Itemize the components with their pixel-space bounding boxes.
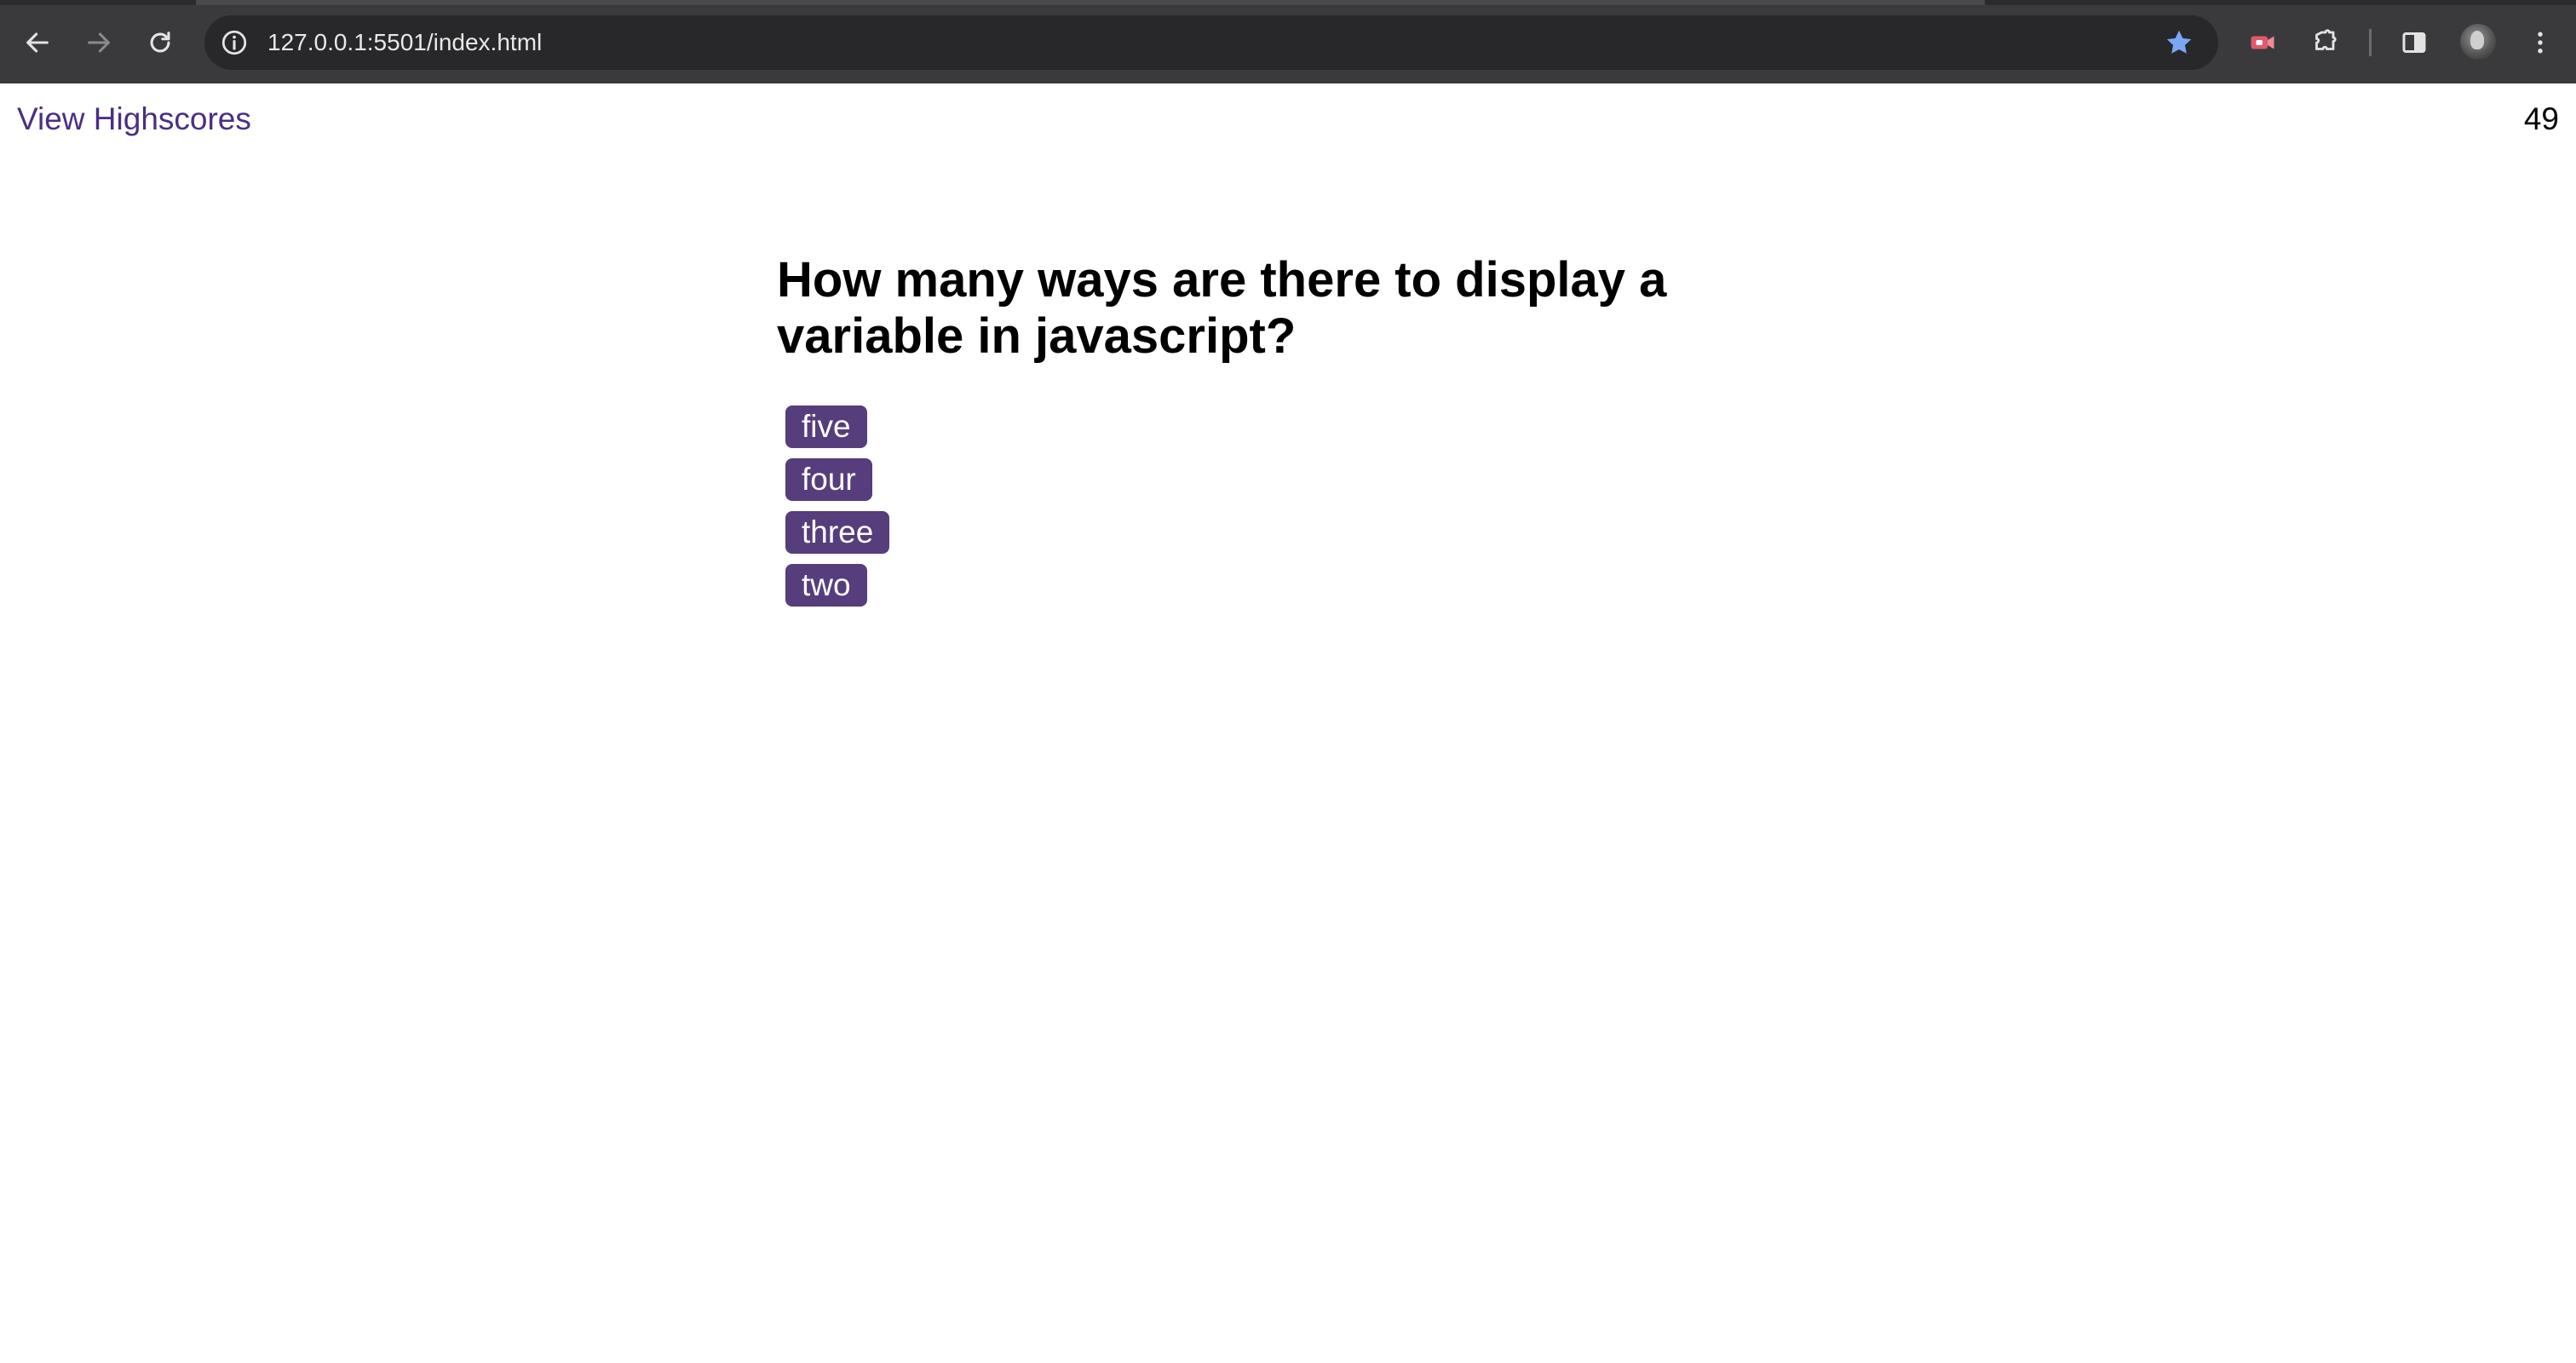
answer-button-two[interactable]: two bbox=[785, 564, 867, 607]
toolbar-divider bbox=[2369, 29, 2372, 56]
tab-strip-highlight bbox=[196, 0, 1985, 5]
screen-recorder-extension-icon bbox=[2251, 36, 2274, 49]
view-highscores-link[interactable]: View Highscores bbox=[17, 101, 251, 138]
back-button[interactable] bbox=[20, 26, 55, 60]
bookmark-star-icon[interactable] bbox=[2164, 27, 2194, 58]
site-info-icon[interactable] bbox=[220, 28, 249, 57]
profile-avatar[interactable] bbox=[2460, 24, 2496, 60]
answer-button-three[interactable]: three bbox=[785, 511, 890, 554]
forward-icon bbox=[88, 32, 110, 53]
back-icon bbox=[26, 32, 49, 53]
quiz-card: How many ways are there to display a var… bbox=[777, 252, 1731, 607]
countdown-timer: 49 bbox=[2523, 101, 2559, 136]
side-panel-icon bbox=[2402, 32, 2426, 53]
tab-strip-edge bbox=[0, 0, 2576, 5]
answer-button-four[interactable]: four bbox=[785, 458, 872, 501]
page-content: View Highscores 49 How many ways are the… bbox=[0, 83, 2576, 1363]
forward-button[interactable] bbox=[82, 26, 116, 60]
reload-button[interactable] bbox=[143, 26, 177, 60]
question-text: How many ways are there to display a var… bbox=[777, 252, 1667, 364]
reload-icon bbox=[150, 32, 170, 53]
side-panel-button[interactable] bbox=[2397, 26, 2431, 60]
url-text[interactable]: 127.0.0.1:5501/index.html bbox=[267, 29, 542, 56]
extensions-puzzle-icon bbox=[2315, 29, 2337, 50]
more-menu-button[interactable] bbox=[2523, 26, 2557, 60]
address-bar[interactable]: 127.0.0.1:5501/index.html bbox=[204, 15, 2218, 70]
browser-toolbar: 127.0.0.1:5501/index.html bbox=[0, 0, 2576, 83]
screen-recorder-extension-button[interactable] bbox=[2245, 26, 2280, 60]
answer-button-five[interactable]: five bbox=[785, 405, 867, 448]
more-menu-icon bbox=[2538, 32, 2543, 54]
extensions-button[interactable] bbox=[2309, 26, 2343, 60]
answer-list: five four three two bbox=[785, 405, 1731, 607]
